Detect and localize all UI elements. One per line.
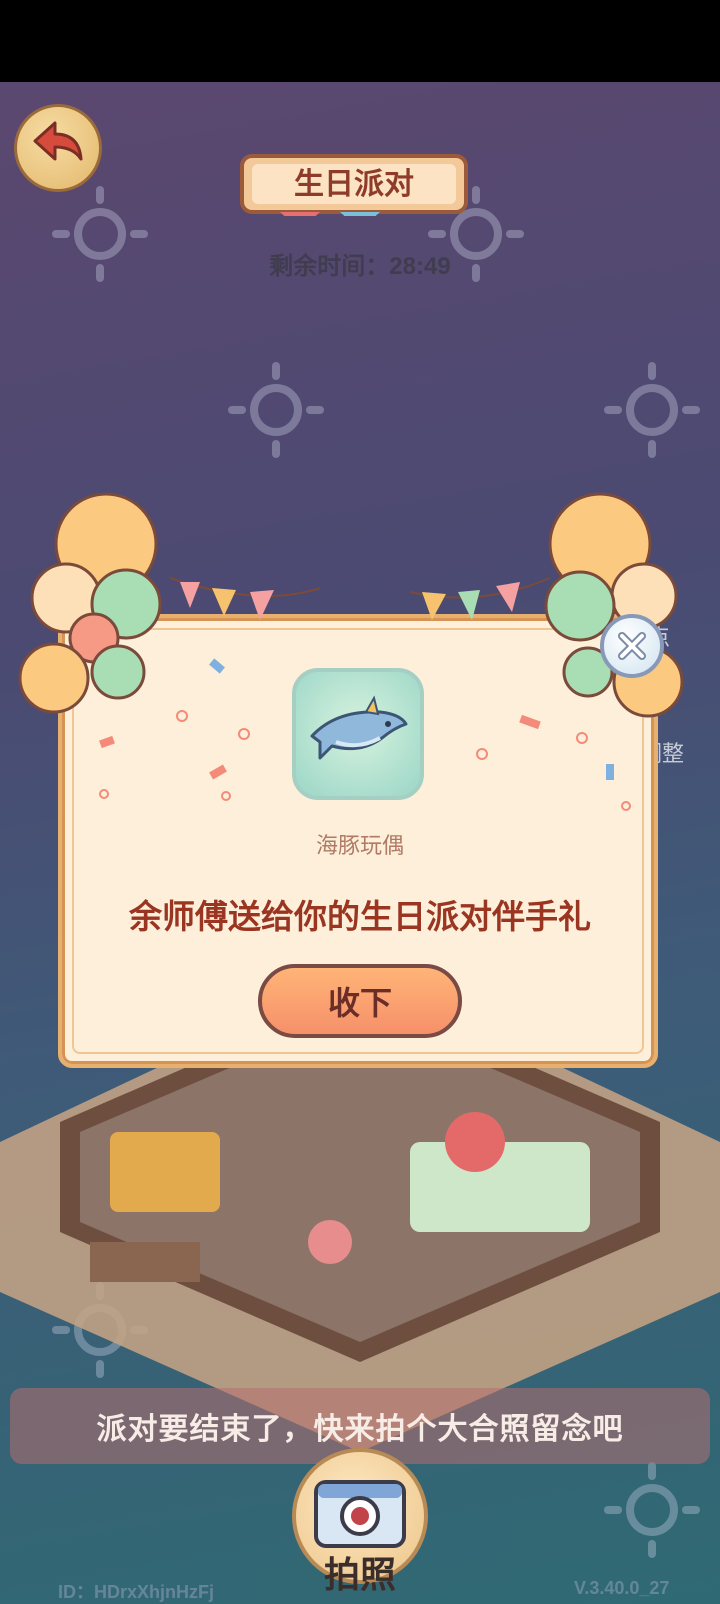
sun-decoration-icon xyxy=(604,1462,700,1558)
sun-decoration-icon xyxy=(228,362,324,458)
accept-button[interactable]: 收下 xyxy=(258,964,462,1038)
timer-label: 剩余时间： xyxy=(269,253,390,280)
back-arrow-icon xyxy=(33,121,83,161)
back-button[interactable] xyxy=(14,104,102,192)
accept-button-label: 收下 xyxy=(327,985,392,1021)
sun-decoration-icon xyxy=(52,186,148,282)
item-name: 海豚玩偶 xyxy=(315,833,404,858)
bunting-decoration xyxy=(169,577,551,620)
page-title: 生日派对 xyxy=(294,168,414,201)
version-label: V.3.40.0_27 xyxy=(574,1578,670,1598)
photo-prompt-text: 派对要结束了，快来拍个大合照留念吧 xyxy=(96,1413,624,1446)
timer-value: 28:49 xyxy=(389,253,451,280)
reward-item-frame xyxy=(292,668,424,800)
gift-message: 余师傅送给你的生日派对伴手礼 xyxy=(129,898,591,935)
camera-button-label: 拍照 xyxy=(323,1554,396,1595)
sun-decoration-icon xyxy=(604,362,700,458)
dolphin-plush-icon xyxy=(310,695,408,760)
user-id: ID：HDrxXhjnHzFj xyxy=(58,1582,215,1602)
remaining-time: 剩余时间：28:49 xyxy=(180,246,540,281)
status-bar xyxy=(0,0,720,82)
